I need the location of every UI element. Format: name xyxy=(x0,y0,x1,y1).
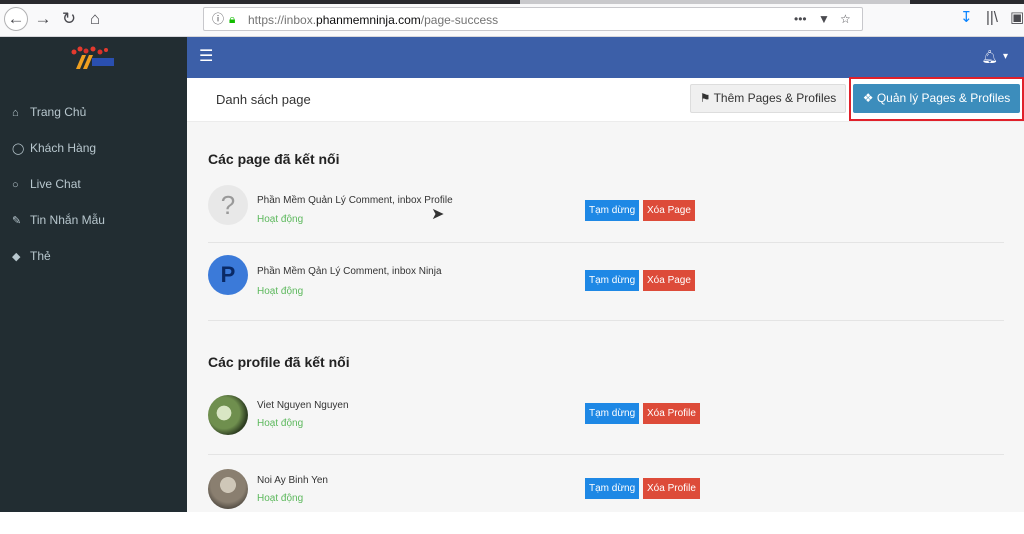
delete-profile-button[interactable]: Xóa Profile xyxy=(643,478,700,499)
sidebar-item-the[interactable]: ◆ Thẻ xyxy=(12,246,51,266)
home-icon: ⌂ xyxy=(12,107,19,119)
profile-avatar xyxy=(208,469,248,509)
url-text[interactable]: https://inbox.phanmemninja.com/page-succ… xyxy=(248,12,498,28)
sidebar-item-tin-nhan-mau[interactable]: ✎ Tin Nhắn Mẫu xyxy=(12,210,105,230)
sidebar-item-live-chat[interactable]: ○ Live Chat xyxy=(12,174,81,194)
sidebar-toggle-icon[interactable]: ▣ xyxy=(1010,9,1024,27)
pause-button[interactable]: Tạm dừng xyxy=(585,270,640,291)
browser-toolbar: ← → ↻ ⌂ ⓘ 🔒︎ https://inbox.phanmemninja.… xyxy=(0,0,1024,37)
page-name: Phần Mềm Qản Lý Comment, inbox Ninja xyxy=(257,266,442,277)
pages-section-title: Các page đã kết nối xyxy=(208,151,340,167)
bookmark-star-icon[interactable]: ☆ xyxy=(840,11,851,27)
flag-icon: ⚑ xyxy=(699,91,711,105)
profile-status: Hoạt động xyxy=(257,418,304,429)
info-icon[interactable]: ⓘ xyxy=(212,11,224,27)
forward-arrow-icon[interactable]: → xyxy=(32,8,54,30)
tab-strip xyxy=(0,0,1024,4)
home-icon[interactable]: ⌂ xyxy=(84,8,106,30)
divider xyxy=(208,320,1004,321)
page-avatar: P xyxy=(208,255,248,295)
lock-icon[interactable]: 🔒︎ xyxy=(229,11,235,27)
highlight-annotation xyxy=(849,77,1024,121)
page-status: Hoạt động xyxy=(257,286,304,297)
bell-icon[interactable]: 🔔︎ xyxy=(981,48,998,66)
sidebar-item-trang-chu[interactable]: ⌂ Trang Chủ xyxy=(12,102,86,122)
chevron-down-icon[interactable]: ▾ xyxy=(1003,48,1008,66)
top-navbar: ☰ 🔔︎ ▾ xyxy=(187,37,1024,78)
profile-row: Noi Ay Binh Yen Hoạt động Tạm dừng Xóa P… xyxy=(187,462,1024,534)
page-name: Phần Mềm Quản Lý Comment, inbox Profile xyxy=(257,195,453,206)
divider xyxy=(208,454,1004,455)
mouse-cursor-icon: ➤ xyxy=(431,206,445,223)
reload-icon[interactable]: ↻ xyxy=(58,8,80,30)
add-pages-profiles-button[interactable]: ⚑ Thêm Pages & Profiles xyxy=(690,84,846,113)
download-icon[interactable]: ↧ xyxy=(960,9,973,27)
profile-avatar xyxy=(208,395,248,435)
pause-button[interactable]: Tạm dừng xyxy=(585,403,640,424)
paperclip-icon: ✎ xyxy=(12,215,22,227)
user-icon: ◯ xyxy=(12,143,25,155)
profile-name: Viet Nguyen Nguyen xyxy=(257,400,349,411)
divider xyxy=(208,242,1004,243)
url-bar[interactable]: ⓘ 🔒︎ https://inbox.phanmemninja.com/page… xyxy=(203,7,863,31)
page-row: P Phần Mềm Qản Lý Comment, inbox Ninja H… xyxy=(187,252,1024,324)
library-icon[interactable]: ||\ xyxy=(986,9,998,27)
back-arrow-icon[interactable]: ← xyxy=(4,7,28,31)
profile-name: Noi Ay Binh Yen xyxy=(257,475,328,486)
pause-button[interactable]: Tạm dừng xyxy=(585,478,640,499)
logo xyxy=(71,46,114,69)
main-content: Các page đã kết nối ? Phần Mềm Quản Lý C… xyxy=(187,122,1024,512)
page-status: Hoạt động xyxy=(257,214,304,225)
delete-page-button[interactable]: Xóa Page xyxy=(643,200,695,221)
profiles-section-title: Các profile đã kết nối xyxy=(208,354,350,370)
page-avatar-placeholder: ? xyxy=(208,185,248,225)
delete-profile-button[interactable]: Xóa Profile xyxy=(643,403,700,424)
page-actions-icon[interactable]: ••• xyxy=(794,11,807,27)
pause-button[interactable]: Tạm dừng xyxy=(585,200,640,221)
page-title: Danh sách page xyxy=(216,92,311,107)
menu-icon[interactable]: ☰ xyxy=(199,47,213,67)
pocket-icon[interactable]: ▼ xyxy=(818,11,830,27)
profile-row: Viet Nguyen Nguyen Hoạt động Tạm dừng Xó… xyxy=(187,388,1024,460)
sidebar-item-khach-hang[interactable]: ◯ Khách Hàng xyxy=(12,138,96,158)
comment-icon: ○ xyxy=(12,179,19,191)
delete-page-button[interactable]: Xóa Page xyxy=(643,270,695,291)
profile-status: Hoạt động xyxy=(257,493,304,504)
tags-icon: ◆ xyxy=(12,251,21,263)
sidebar: ⌂ Trang Chủ ◯ Khách Hàng ○ Live Chat ✎ Tin N… xyxy=(0,37,187,512)
